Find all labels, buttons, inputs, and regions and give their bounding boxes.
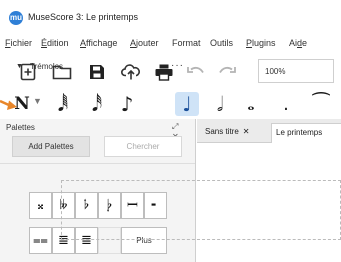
- chevron-down-icon[interactable]: ▼: [33, 96, 42, 106]
- menu-plugins[interactable]: Plugins: [246, 38, 276, 48]
- menu-aide[interactable]: Aide: [289, 38, 307, 48]
- half-note-button[interactable]: 𝅗𝅥: [209, 92, 231, 116]
- expand-arrow-icon[interactable]: ▼: [16, 63, 23, 70]
- divider: [0, 163, 195, 164]
- menu-edition[interactable]: Édition: [41, 38, 69, 48]
- tremolo-cell[interactable]: 𝄪: [29, 192, 52, 219]
- pointer-arrow-icon: [0, 99, 17, 110]
- menu-format[interactable]: Format: [172, 38, 201, 48]
- tab-label: Sans titre: [205, 127, 239, 136]
- note-input-toolbar: N 𝅘𝅥𝅱 𝅘𝅥𝅰 ♪ ♩ 𝅗𝅥 𝅝 . ⁀: [0, 88, 341, 118]
- tie-button[interactable]: ⁀: [306, 92, 336, 116]
- tab-le-printemps[interactable]: Le printemps: [271, 123, 341, 143]
- eighth-note-button[interactable]: ♪: [115, 92, 139, 116]
- redo-button[interactable]: [214, 60, 240, 84]
- window-title: MuseScore 3: Le printemps: [28, 12, 139, 22]
- musescore-logo-icon: mu: [9, 11, 23, 25]
- 32nd-note-button[interactable]: 𝅘𝅥𝅰: [86, 92, 108, 116]
- tremolo-cell[interactable]: ⩵: [29, 227, 52, 254]
- save-icon: [90, 65, 104, 79]
- redo-icon: [219, 66, 236, 74]
- zoom-field[interactable]: 100%: [258, 59, 334, 83]
- quarter-note-button[interactable]: ♩: [175, 92, 199, 116]
- title-bar: mu MuseScore 3: Le printemps: [0, 0, 341, 34]
- tab-sans-titre[interactable]: Sans titre ✕: [201, 123, 254, 143]
- cloud-upload-icon: [121, 64, 140, 80]
- palette-section-tremolos[interactable]: Trémolos: [30, 62, 63, 71]
- 64th-note-button[interactable]: 𝅘𝅥𝅱: [52, 92, 74, 116]
- menu-fichier[interactable]: Fichier: [5, 38, 32, 48]
- menu-affichage[interactable]: Affichage: [80, 38, 117, 48]
- menu-outils[interactable]: Outils: [210, 38, 233, 48]
- whole-note-button[interactable]: 𝅝: [240, 92, 262, 116]
- palettes-header: Palettes: [6, 123, 35, 132]
- more-options-icon[interactable]: ···: [171, 60, 184, 71]
- tab-label: Le printemps: [276, 128, 323, 137]
- undo-icon: [187, 66, 204, 74]
- augmentation-dot-button[interactable]: .: [280, 92, 292, 116]
- score-tabs: Sans titre ✕ Le printemps: [197, 119, 341, 143]
- close-icon[interactable]: ✕: [243, 127, 250, 136]
- palette-search-input[interactable]: Chercher: [104, 136, 182, 157]
- add-palettes-button[interactable]: Add Palettes: [12, 136, 90, 157]
- score-page: [61, 180, 341, 240]
- zoom-value: 100%: [265, 67, 286, 76]
- save-button[interactable]: [84, 60, 110, 84]
- undo-button[interactable]: [183, 60, 209, 84]
- menu-ajouter[interactable]: Ajouter: [130, 38, 159, 48]
- menu-bar: Fichier Édition Affichage Ajouter Format…: [0, 34, 341, 54]
- upload-button[interactable]: [118, 60, 144, 84]
